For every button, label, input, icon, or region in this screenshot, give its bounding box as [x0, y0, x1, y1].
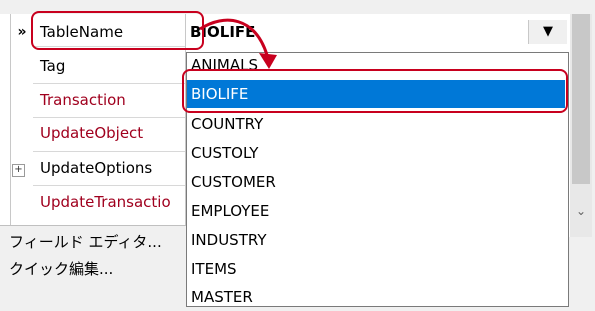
list-item-customer[interactable]: CUSTOMER [191, 168, 565, 196]
row-divider [33, 151, 185, 152]
property-updateobject[interactable]: UpdateObject [30, 119, 196, 148]
list-item-items[interactable]: ITEMS [191, 255, 565, 283]
list-item-custoly[interactable]: CUSTOLY [191, 139, 565, 167]
gutter-divider [10, 14, 11, 237]
property-tag[interactable]: Tag [30, 52, 196, 81]
triangle-down-icon: ▼ [543, 24, 553, 39]
row-gutter [0, 14, 10, 237]
property-updateoptions[interactable]: UpdateOptions [30, 154, 196, 183]
row-divider [33, 83, 185, 84]
property-transaction[interactable]: Transaction [30, 86, 196, 115]
list-item-country[interactable]: COUNTRY [191, 110, 565, 138]
chevron-down-icon[interactable]: ⌄ [570, 200, 592, 222]
tablename-highlight-box [31, 11, 204, 50]
verb-panel-divider [0, 225, 186, 226]
dropdown-button[interactable]: ▼ [528, 20, 567, 44]
list-item-employee[interactable]: EMPLOYEE [191, 197, 565, 225]
row-divider [33, 117, 185, 118]
property-updatetransaction[interactable]: UpdateTransactio [30, 188, 196, 217]
callout-arrow-icon [199, 18, 277, 69]
plus-box-icon[interactable]: + [12, 164, 25, 177]
row-divider [33, 185, 185, 186]
quick-edit-link[interactable]: クイック編集... [9, 257, 113, 281]
field-editor-link[interactable]: フィールド エディタ... [9, 230, 162, 254]
list-item-industry[interactable]: INDUSTRY [191, 226, 565, 254]
scrollbar-thumb[interactable] [572, 14, 590, 184]
